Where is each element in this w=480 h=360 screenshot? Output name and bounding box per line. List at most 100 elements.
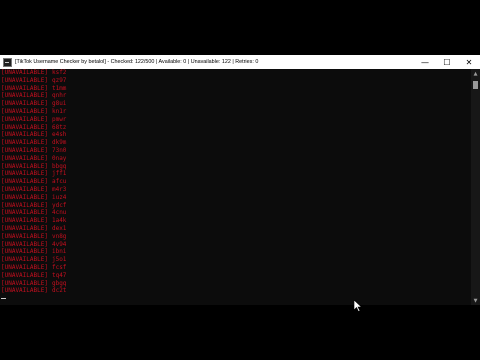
status-label: [UNAVAILABLE] — [1, 92, 48, 100]
username-text: qnhr — [51, 92, 67, 100]
console-output[interactable]: [UNAVAILABLE] ksf2 [UNAVAILABLE] qz97 [UNAVA… — [0, 69, 471, 305]
username-text: gbgq — [51, 279, 67, 287]
status-label: [UNAVAILABLE] — [1, 271, 48, 279]
username-text: qz97 — [51, 76, 67, 84]
console-line: [UNAVAILABLE] dk9m — [0, 139, 471, 147]
username-text: e4sh — [51, 131, 67, 139]
username-text: tq47 — [51, 271, 67, 279]
username-text: 73n0 — [51, 146, 67, 154]
username-text: kn1r — [51, 107, 67, 115]
console-line: [UNAVAILABLE] gbgq — [0, 280, 471, 288]
close-button[interactable]: ✕ — [458, 55, 480, 69]
maximize-button[interactable]: ☐ — [436, 55, 458, 69]
status-label: [UNAVAILABLE] — [1, 170, 48, 178]
console-line: [UNAVAILABLE] qz97 — [0, 77, 471, 85]
console-line: [UNAVAILABLE] g8ui — [0, 100, 471, 108]
console-line: [UNAVAILABLE] kn1r — [0, 108, 471, 116]
username-text: t1mm — [51, 84, 67, 92]
console-line: [UNAVAILABLE] 73n0 — [0, 147, 471, 155]
status-label: [UNAVAILABLE] — [1, 209, 48, 217]
console-line: [UNAVAILABLE] e4sh — [0, 131, 471, 139]
username-text: 4v94 — [51, 240, 67, 248]
console-line: [UNAVAILABLE] 4v94 — [0, 241, 471, 249]
status-label: [UNAVAILABLE] — [1, 154, 48, 162]
console-line: [UNAVAILABLE] iuz4 — [0, 194, 471, 202]
username-text: g8ui — [51, 100, 67, 108]
status-label: [UNAVAILABLE] — [1, 131, 48, 139]
status-label: [UNAVAILABLE] — [1, 287, 48, 295]
status-label: [UNAVAILABLE] — [1, 107, 48, 115]
status-label: [UNAVAILABLE] — [1, 178, 48, 186]
vertical-scrollbar[interactable]: ▲ ▼ — [471, 69, 480, 305]
console-line: [UNAVAILABLE] bbgq — [0, 163, 471, 171]
status-label: [UNAVAILABLE] — [1, 123, 48, 131]
console-line: [UNAVAILABLE] ydcf — [0, 202, 471, 210]
status-label: [UNAVAILABLE] — [1, 240, 48, 248]
username-text: ydcf — [51, 201, 67, 209]
username-text: iuz4 — [51, 193, 67, 201]
status-label: [UNAVAILABLE] — [1, 248, 48, 256]
console-line: [UNAVAILABLE] pmwr — [0, 116, 471, 124]
status-label: [UNAVAILABLE] — [1, 162, 48, 170]
text-cursor — [1, 298, 6, 299]
console-line: [UNAVAILABLE] 4cnu — [0, 209, 471, 217]
console-line: [UNAVAILABLE] j5o1 — [0, 256, 471, 264]
status-label: [UNAVAILABLE] — [1, 185, 48, 193]
status-label: [UNAVAILABLE] — [1, 256, 48, 264]
console-line: [UNAVAILABLE] 1a4k — [0, 217, 471, 225]
username-text: m4r3 — [51, 185, 67, 193]
console-line: [UNAVAILABLE] dc2t — [0, 287, 471, 295]
console-line: [UNAVAILABLE] ibni — [0, 248, 471, 256]
username-text: pmwr — [51, 115, 67, 123]
username-text: jff1 — [51, 170, 67, 178]
username-text: fcsf — [51, 263, 67, 271]
console-line: [UNAVAILABLE] fcsf — [0, 264, 471, 272]
status-label: [UNAVAILABLE] — [1, 139, 48, 147]
username-text: ksf2 — [51, 69, 67, 76]
console-line: [UNAVAILABLE] dex1 — [0, 225, 471, 233]
console-line: [UNAVAILABLE] t1mm — [0, 85, 471, 93]
username-text: dex1 — [51, 224, 67, 232]
console-line: [UNAVAILABLE] m4r3 — [0, 186, 471, 194]
status-label: [UNAVAILABLE] — [1, 279, 48, 287]
username-text: dk9m — [51, 139, 67, 147]
username-text: 0nay — [51, 154, 67, 162]
console-line: [UNAVAILABLE] afcu — [0, 178, 471, 186]
username-text: ibni — [51, 248, 67, 256]
console-line: [UNAVAILABLE] jff1 — [0, 170, 471, 178]
status-label: [UNAVAILABLE] — [1, 263, 48, 271]
console-line: [UNAVAILABLE] tq47 — [0, 272, 471, 280]
status-label: [UNAVAILABLE] — [1, 232, 48, 240]
console-window: [TikTok Username Checker by betalol] - C… — [0, 55, 480, 312]
username-text: bbgq — [51, 162, 67, 170]
status-label: [UNAVAILABLE] — [1, 115, 48, 123]
status-label: [UNAVAILABLE] — [1, 76, 48, 84]
status-label: [UNAVAILABLE] — [1, 84, 48, 92]
username-text: 1a4k — [51, 217, 67, 225]
minimize-button[interactable]: — — [414, 55, 436, 69]
title-bar[interactable]: [TikTok Username Checker by betalol] - C… — [0, 55, 480, 69]
username-text: 4cnu — [51, 209, 67, 217]
console-line: [UNAVAILABLE] ksf2 — [0, 69, 471, 77]
status-label: [UNAVAILABLE] — [1, 201, 48, 209]
username-text: afcu — [51, 178, 67, 186]
status-label: [UNAVAILABLE] — [1, 224, 48, 232]
scroll-up-arrow-icon[interactable]: ▲ — [471, 69, 480, 78]
status-label: [UNAVAILABLE] — [1, 146, 48, 154]
username-text: dc2t — [51, 287, 67, 295]
status-label: [UNAVAILABLE] — [1, 217, 48, 225]
username-text: vn8g — [51, 232, 67, 240]
username-text: j5o1 — [51, 256, 67, 264]
status-label: [UNAVAILABLE] — [1, 69, 48, 76]
console-line: [UNAVAILABLE] 68tz — [0, 124, 471, 132]
console-app-icon — [3, 57, 12, 67]
mouse-pointer-icon — [354, 300, 362, 312]
console-line: [UNAVAILABLE] vn8g — [0, 233, 471, 241]
username-text: 68tz — [51, 123, 67, 131]
console-line: [UNAVAILABLE] 0nay — [0, 155, 471, 163]
scroll-thumb[interactable] — [473, 81, 478, 89]
status-label: [UNAVAILABLE] — [1, 100, 48, 108]
scroll-down-arrow-icon[interactable]: ▼ — [471, 296, 480, 305]
status-label: [UNAVAILABLE] — [1, 193, 48, 201]
console-line: [UNAVAILABLE] qnhr — [0, 92, 471, 100]
